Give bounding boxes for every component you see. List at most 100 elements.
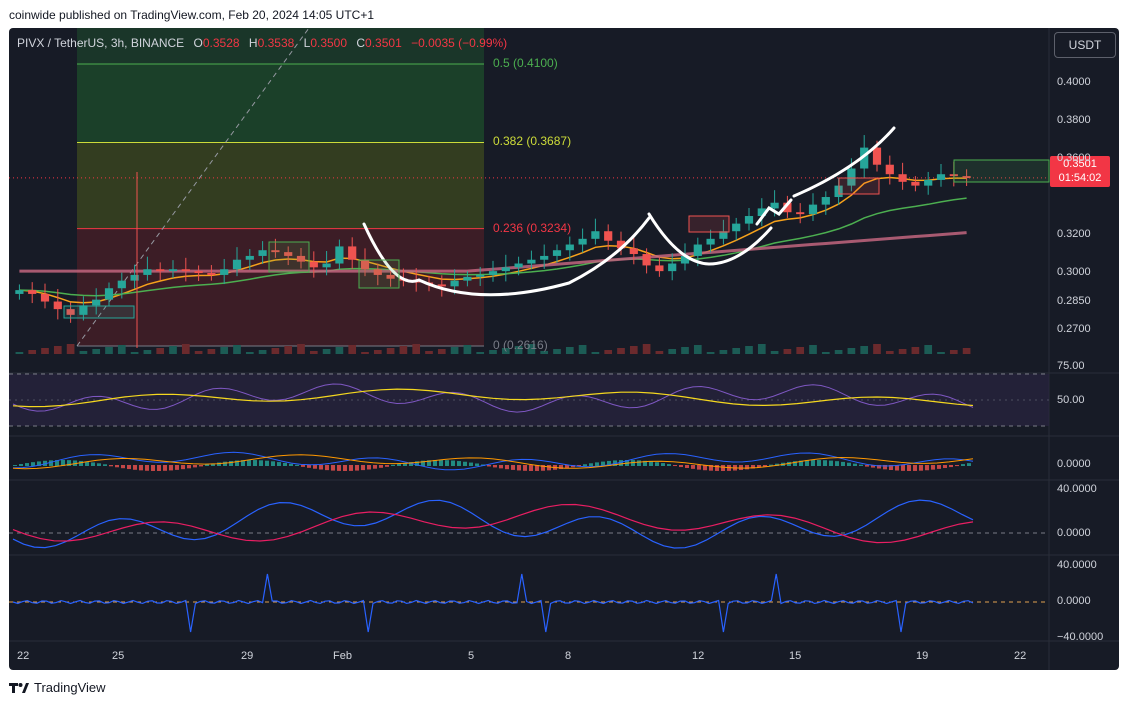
adx-tick-0: 40.0000 bbox=[1057, 483, 1097, 495]
macd-hist-bar bbox=[505, 465, 509, 470]
price-tick-2: 0.3600 bbox=[1057, 152, 1091, 164]
volume-bar bbox=[194, 351, 203, 354]
screenshot-frame: coinwide published on TradingView.com, F… bbox=[0, 0, 1127, 705]
macd-hist-bar bbox=[307, 465, 311, 468]
macd-hist-bar bbox=[529, 465, 533, 471]
macd-hist-bar bbox=[175, 465, 179, 470]
macd-hist-bar bbox=[265, 460, 269, 466]
fib-label-0: 0.5 (0.4100) bbox=[493, 56, 558, 70]
chart-area[interactable]: PIVX / TetherUS, 3h, BINANCE O0.3528 H0.… bbox=[9, 28, 1119, 670]
date-tick-3: Feb bbox=[333, 650, 352, 662]
macd-hist-bar bbox=[121, 465, 125, 469]
candle-body bbox=[885, 164, 894, 175]
date-tick-2: 29 bbox=[241, 650, 254, 662]
macd-hist-bar bbox=[691, 465, 695, 469]
macd-hist-bar bbox=[277, 462, 281, 466]
macd-hist-bar bbox=[649, 461, 653, 466]
volume-bar bbox=[143, 350, 152, 354]
volume-bar bbox=[437, 349, 446, 354]
macd-hist-bar bbox=[475, 463, 479, 466]
candle-body bbox=[322, 263, 331, 268]
volume-bar bbox=[105, 347, 113, 354]
brand-label: TradingView bbox=[34, 680, 106, 695]
macd-hist-bar bbox=[697, 465, 701, 470]
candle-body bbox=[207, 273, 216, 275]
macd-hist-bar bbox=[637, 460, 641, 466]
macd-hist-bar bbox=[913, 465, 917, 471]
macd-hist-bar bbox=[823, 460, 827, 466]
macd-hist-bar bbox=[745, 465, 749, 470]
candle-body bbox=[476, 274, 485, 277]
volume-bar bbox=[399, 346, 408, 354]
candle-body bbox=[527, 259, 536, 264]
volume-bar bbox=[578, 345, 587, 354]
price-tick-4: 0.3000 bbox=[1057, 266, 1091, 279]
macd-hist-bar bbox=[253, 460, 257, 466]
volume-bar bbox=[309, 351, 318, 354]
chart-canvas[interactable] bbox=[9, 28, 1119, 670]
volume-bar bbox=[732, 348, 741, 354]
candle-body bbox=[181, 269, 190, 272]
macd-hist-bar bbox=[829, 460, 833, 466]
macd-hist-bar bbox=[271, 461, 275, 466]
macd-hist-bar bbox=[373, 465, 377, 469]
volume-bar bbox=[425, 351, 433, 354]
macd-hist-bar bbox=[517, 465, 521, 471]
zone-box-5 bbox=[953, 159, 1050, 183]
volume-bar bbox=[15, 352, 24, 354]
macd-hist-bar bbox=[469, 462, 473, 466]
candle-body bbox=[245, 255, 254, 260]
candle-body bbox=[168, 269, 178, 272]
candle-body bbox=[578, 238, 587, 245]
currency-button[interactable]: USDT bbox=[1054, 32, 1116, 58]
candle-body bbox=[143, 269, 152, 275]
price-tick-6: 0.2700 bbox=[1057, 323, 1091, 336]
date-tick-9: 22 bbox=[1014, 650, 1027, 662]
volume-bar bbox=[373, 350, 382, 354]
macd-hist-bar bbox=[685, 465, 689, 468]
candle-body bbox=[629, 248, 638, 255]
fib-label-1: 0.382 (0.3687) bbox=[493, 134, 572, 149]
candle-body bbox=[604, 231, 613, 241]
macd-hist-bar bbox=[955, 465, 959, 467]
symbol-ohlc-line: PIVX / TetherUS, 3h, BINANCE O0.3528 H0.… bbox=[17, 36, 507, 50]
macd-hist-bar bbox=[439, 460, 443, 466]
volume-bar bbox=[924, 345, 933, 354]
fib-zones bbox=[76, 28, 484, 347]
zone-box-2 bbox=[358, 259, 400, 289]
macd-hist-bar bbox=[19, 464, 23, 466]
volume-bar bbox=[834, 350, 843, 354]
fib-zone-0.5-0.382 bbox=[77, 64, 484, 143]
volume-bar bbox=[297, 344, 305, 354]
zone-box-0 bbox=[63, 305, 135, 319]
candle-body bbox=[796, 212, 805, 215]
macd-hist-bar bbox=[361, 465, 365, 471]
macd-hist-bar bbox=[511, 465, 515, 470]
volume-bar bbox=[911, 347, 920, 354]
date-tick-8: 19 bbox=[916, 650, 929, 662]
volume-bar bbox=[668, 349, 677, 354]
indicators bbox=[9, 373, 1049, 633]
candle-body bbox=[911, 181, 920, 186]
volume-bar bbox=[322, 349, 331, 354]
date-tick-6: 12 bbox=[692, 650, 705, 662]
volume-bar bbox=[949, 350, 958, 354]
macd-hist-bar bbox=[97, 463, 101, 466]
volume-bar bbox=[847, 348, 856, 354]
volume-bar bbox=[156, 348, 165, 354]
adx-tick-1: 0.0000 bbox=[1057, 527, 1091, 539]
candle-body bbox=[220, 269, 229, 275]
macd-hist-bar bbox=[133, 465, 137, 470]
open-value: 0.3528 bbox=[202, 36, 240, 50]
macd-hist-bar bbox=[139, 465, 143, 471]
macd-hist-bar bbox=[847, 462, 851, 466]
volume-bar bbox=[745, 346, 753, 354]
macd-hist-bar bbox=[25, 463, 29, 466]
macd-hist-bar bbox=[859, 464, 863, 466]
price-tick-1: 0.3800 bbox=[1057, 114, 1091, 126]
candle-body bbox=[591, 231, 600, 239]
macd-hist-bar bbox=[943, 465, 947, 469]
macd-hist-bar bbox=[31, 462, 35, 466]
macd-hist-bar bbox=[487, 465, 491, 467]
macd-hist-bar bbox=[907, 465, 911, 471]
